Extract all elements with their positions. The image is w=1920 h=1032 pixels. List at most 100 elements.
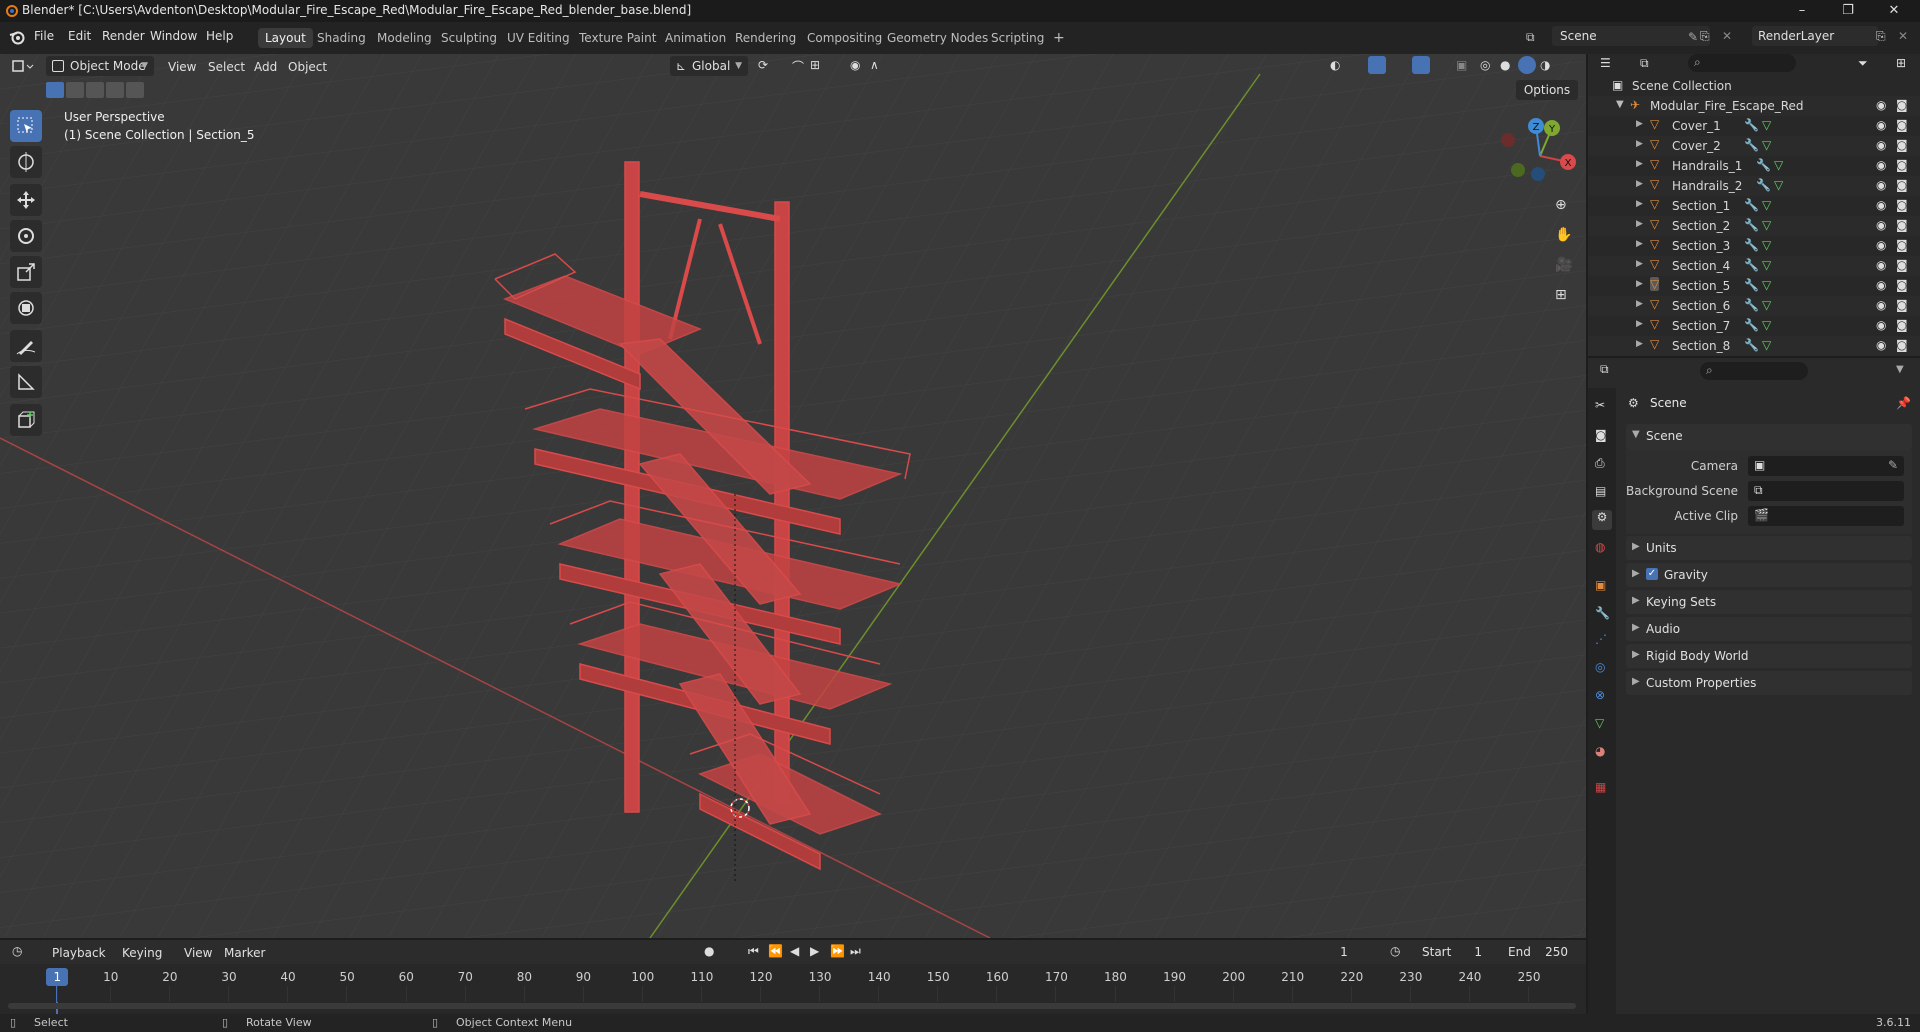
expand-right-icon[interactable]: ▶: [1636, 259, 1643, 269]
new-renderlayer-icon[interactable]: ⎘: [1876, 29, 1886, 44]
custom-properties-panel-header[interactable]: ▶ Custom Properties: [1626, 671, 1912, 695]
outliner-item[interactable]: ▶ ▽ Section_7 🔧 ▽ ◉ ◙: [1588, 316, 1920, 336]
mesh-data-icon[interactable]: ▽: [1762, 218, 1771, 232]
pin-icon[interactable]: 📌: [1896, 396, 1911, 410]
tab-uv-editing[interactable]: UV Editing: [500, 28, 577, 48]
constraints-tab-icon[interactable]: ⊗: [1595, 688, 1605, 702]
eye-icon[interactable]: ◉: [1876, 118, 1886, 132]
wireframe-shading-icon[interactable]: ◎: [1480, 58, 1490, 72]
scene-pin-icon[interactable]: ✎: [1688, 30, 1698, 44]
expand-right-icon[interactable]: ▶: [1636, 139, 1643, 149]
render-camera-icon[interactable]: ◙: [1896, 118, 1908, 132]
timeline-menu-keying[interactable]: Keying: [122, 946, 162, 960]
particles-tab-icon[interactable]: ⋰: [1595, 632, 1607, 646]
jump-start-icon[interactable]: ⏮: [748, 944, 759, 959]
visibility-icon[interactable]: ◐: [1330, 58, 1340, 72]
render-tab-icon[interactable]: ◙: [1595, 428, 1607, 442]
outliner-editor-icon[interactable]: ☰: [1600, 56, 1611, 70]
expand-down-icon[interactable]: ▼: [1616, 99, 1624, 110]
transform-tool[interactable]: [10, 292, 42, 324]
eye-icon[interactable]: ◉: [1876, 138, 1886, 152]
mesh-data-icon[interactable]: ▽: [1762, 238, 1771, 252]
falloff-icon[interactable]: ∧: [870, 58, 879, 72]
expand-right-icon[interactable]: ▶: [1636, 179, 1643, 189]
viewport-menu-select[interactable]: Select: [208, 60, 245, 74]
mesh-data-icon[interactable]: ▽: [1762, 258, 1771, 272]
rigid-body-world-panel-header[interactable]: ▶ Rigid Body World: [1626, 644, 1912, 668]
renderlayer-field[interactable]: RenderLayer: [1752, 26, 1878, 46]
timeline-editor-icon[interactable]: ◷: [12, 944, 22, 958]
modifier-icon[interactable]: 🔧: [1756, 178, 1771, 192]
expand-right-icon[interactable]: ▶: [1636, 119, 1643, 129]
tool-tab-icon[interactable]: ✂: [1595, 398, 1605, 412]
mesh-data-icon[interactable]: ▽: [1774, 178, 1783, 192]
3d-viewport[interactable]: [0, 54, 1586, 938]
mesh-data-icon[interactable]: ▽: [1762, 298, 1771, 312]
keying-sets-panel-header[interactable]: ▶ Keying Sets: [1626, 590, 1912, 614]
options-button[interactable]: Options: [1516, 80, 1578, 100]
outliner-item[interactable]: ▶ ▽ Section_5 🔧 ▽ ◉ ◙: [1588, 276, 1920, 296]
timeline-menu-playback[interactable]: Playback: [52, 946, 106, 960]
navigation-gizmo[interactable]: X Y Z: [1500, 112, 1580, 192]
eye-icon[interactable]: ◉: [1876, 258, 1886, 272]
select-box-tool[interactable]: [10, 110, 42, 142]
cursor-tool[interactable]: [10, 146, 42, 178]
current-frame-field[interactable]: 1: [1308, 942, 1380, 962]
menu-file[interactable]: File: [34, 29, 54, 43]
editor-type-icon[interactable]: [12, 58, 34, 74]
filter-icon[interactable]: ⏷: [1858, 56, 1868, 71]
tab-texture-paint[interactable]: Texture Paint: [572, 28, 663, 48]
properties-search-input[interactable]: ⌕: [1700, 362, 1808, 380]
menu-edit[interactable]: Edit: [68, 29, 91, 43]
annotate-tool[interactable]: [10, 330, 42, 362]
modifier-icon[interactable]: 🔧: [1744, 258, 1759, 272]
tab-layout[interactable]: Layout: [258, 28, 313, 48]
timeline-scrollbar[interactable]: [8, 1003, 1576, 1009]
play-icon[interactable]: ▶: [810, 944, 819, 958]
render-camera-icon[interactable]: ◙: [1896, 258, 1908, 272]
proportional-edit-icon[interactable]: ◉: [850, 58, 860, 72]
blender-menu-icon[interactable]: [8, 28, 26, 46]
viewport-menu-view[interactable]: View: [168, 60, 196, 74]
outliner-item[interactable]: ▶ ▽ Section_1 🔧 ▽ ◉ ◙: [1588, 196, 1920, 216]
menu-help[interactable]: Help: [206, 29, 233, 43]
eye-icon[interactable]: ◉: [1876, 158, 1886, 172]
modifier-icon[interactable]: 🔧: [1744, 198, 1759, 212]
render-camera-icon[interactable]: ◙: [1896, 138, 1908, 152]
eye-icon[interactable]: ◉: [1876, 218, 1886, 232]
minimize-button[interactable]: –: [1780, 0, 1824, 22]
expand-right-icon[interactable]: ▶: [1636, 219, 1643, 229]
mesh-data-icon[interactable]: ▽: [1762, 138, 1771, 152]
rotate-tool[interactable]: [10, 220, 42, 252]
outliner-item[interactable]: ▶ ▽ Section_6 🔧 ▽ ◉ ◙: [1588, 296, 1920, 316]
tab-geometry-nodes[interactable]: Geometry Nodes: [880, 28, 995, 48]
view-layer-tab-icon[interactable]: ▤: [1595, 484, 1606, 498]
scene-selector-icon[interactable]: ⧉: [1526, 30, 1535, 45]
xray-icon[interactable]: ▣: [1456, 58, 1467, 72]
outliner-item[interactable]: ▶ ▽ Handrails_1 🔧 ▽ ◉ ◙: [1588, 156, 1920, 176]
delete-scene-icon[interactable]: ✕: [1722, 29, 1732, 43]
preview-range-icon[interactable]: ◷: [1390, 944, 1400, 958]
timeline-menu-marker[interactable]: Marker: [224, 946, 265, 960]
eye-icon[interactable]: ◉: [1876, 278, 1886, 292]
start-frame-field[interactable]: Start 1: [1410, 942, 1490, 962]
snap-icon[interactable]: ⌒: [792, 58, 804, 75]
outliner-item[interactable]: ▶ ▽ Section_4 🔧 ▽ ◉ ◙: [1588, 256, 1920, 276]
outliner-collection-row[interactable]: ▼ ✈ Modular_Fire_Escape_Red ◉ ◙: [1588, 96, 1920, 116]
camera-field[interactable]: ▣ ✎: [1748, 456, 1904, 476]
expand-right-icon[interactable]: ▶: [1636, 299, 1643, 309]
outliner-scene-collection[interactable]: ▣ Scene Collection: [1588, 76, 1920, 96]
mesh-data-icon[interactable]: ▽: [1762, 278, 1771, 292]
scene-panel-header[interactable]: ▼ Scene: [1626, 424, 1912, 450]
properties-editor-icon[interactable]: ⧉: [1600, 362, 1609, 377]
outliner-item[interactable]: ▶ ▽ Cover_1 🔧 ▽ ◉ ◙: [1588, 116, 1920, 136]
tab-shading[interactable]: Shading: [310, 28, 373, 48]
expand-right-icon[interactable]: ▶: [1636, 239, 1643, 249]
modifier-icon[interactable]: 🔧: [1744, 338, 1759, 352]
timeline-menu-view[interactable]: View: [184, 946, 212, 960]
move-tool[interactable]: [10, 184, 42, 216]
scene-field[interactable]: Scene: [1552, 26, 1710, 46]
render-camera-icon[interactable]: ◙: [1896, 278, 1908, 292]
measure-tool[interactable]: [10, 366, 42, 398]
ortho-toggle-button[interactable]: ⊞: [1547, 282, 1577, 310]
